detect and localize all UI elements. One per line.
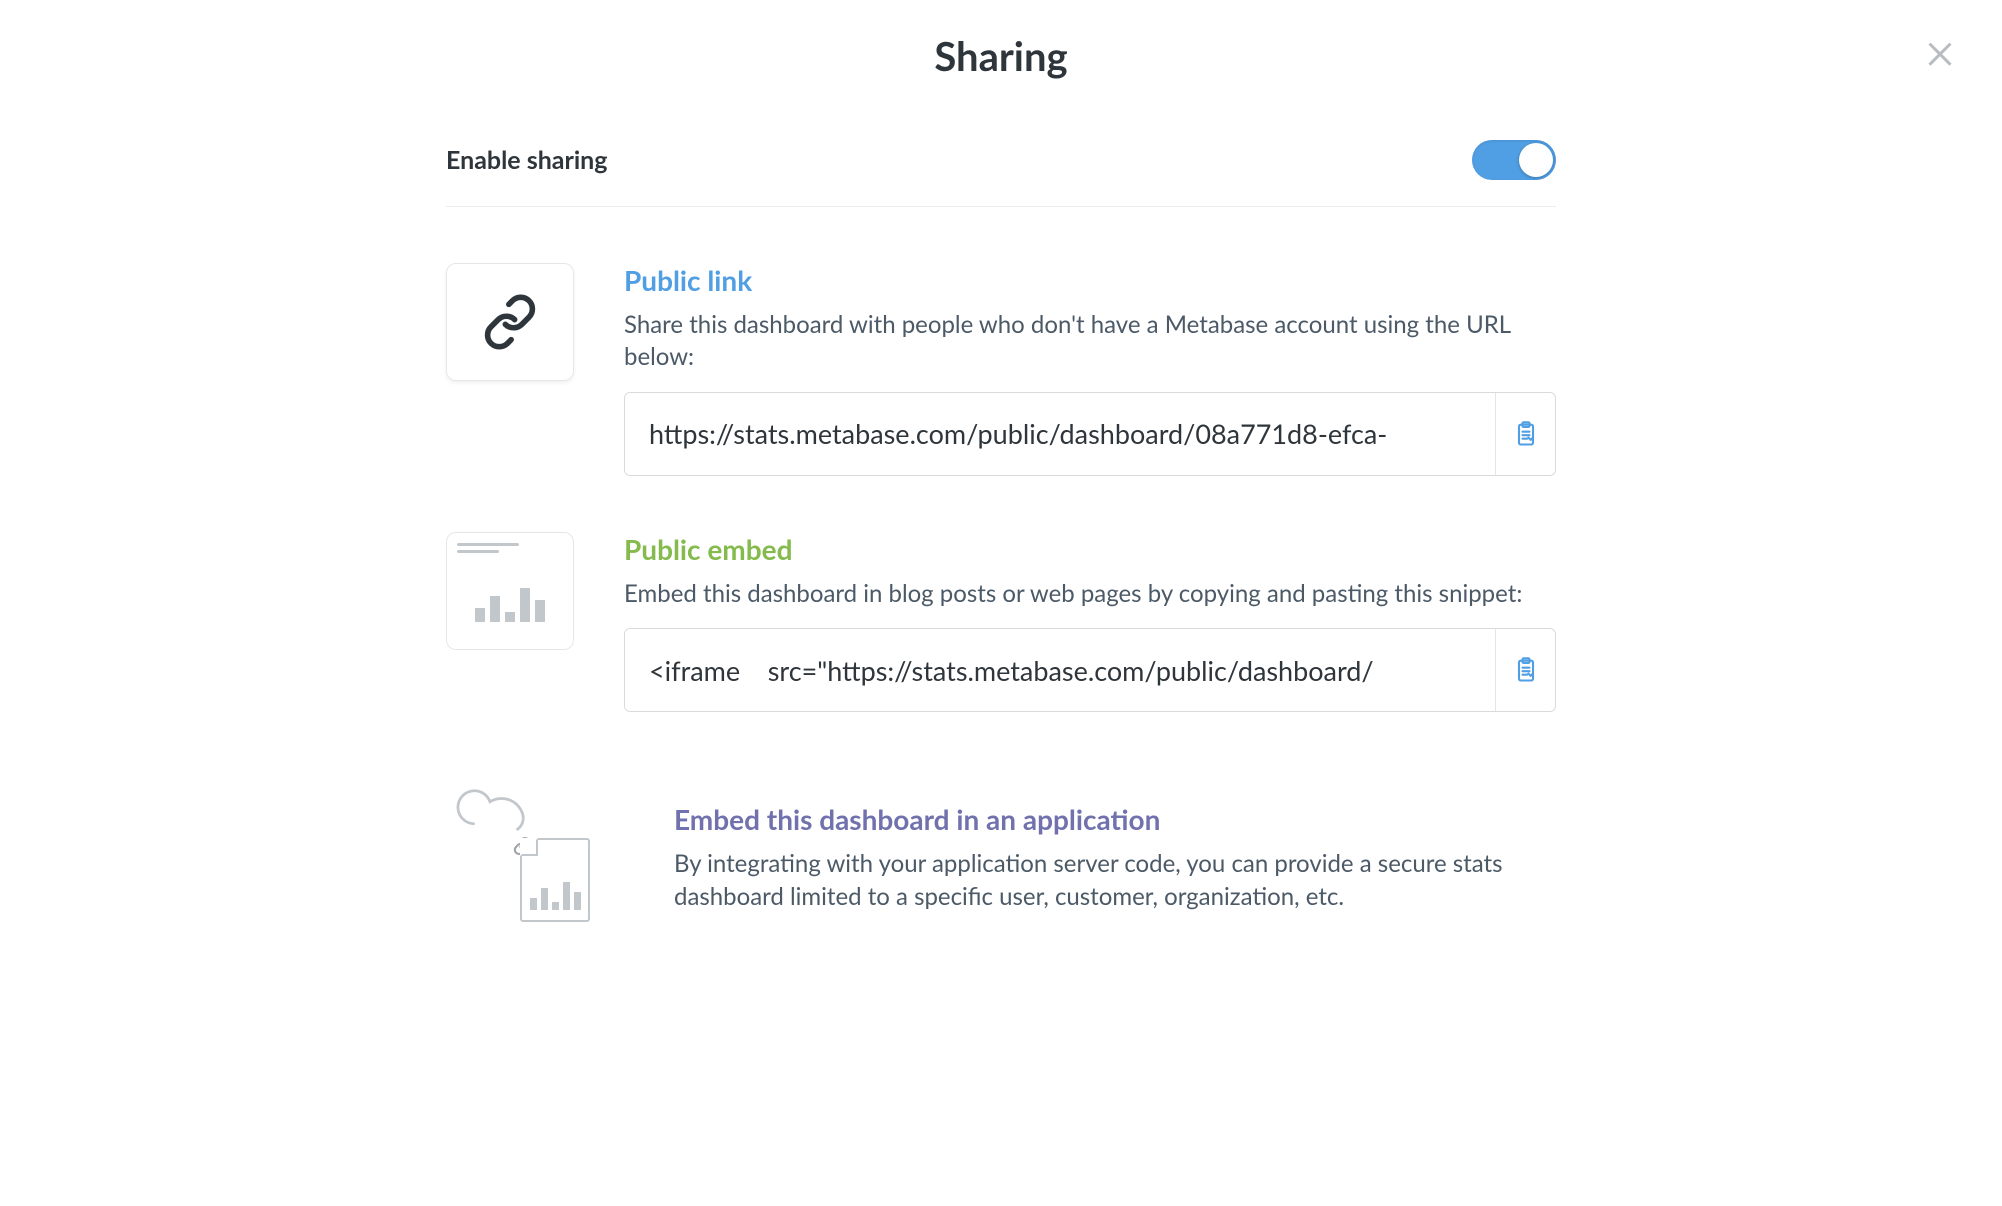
text-lines-icon: [457, 543, 519, 557]
public-embed-input[interactable]: [625, 629, 1495, 711]
clipboard-icon: [1512, 656, 1540, 684]
public-embed-input-row: [624, 628, 1556, 712]
link-icon: [482, 294, 538, 350]
public-embed-section: Public embed Embed this dashboard in blo…: [446, 476, 1556, 712]
cloud-icon: [446, 782, 534, 838]
public-embed-copy-button[interactable]: [1495, 629, 1555, 711]
public-link-desc: Share this dashboard with people who don…: [624, 309, 1556, 374]
public-link-input[interactable]: [625, 393, 1495, 475]
toggle-knob: [1519, 143, 1553, 177]
modal-header: Sharing: [0, 0, 2002, 80]
public-link-input-row: [624, 392, 1556, 476]
public-link-section: Public link Share this dashboard with pe…: [446, 207, 1556, 476]
close-button[interactable]: [1922, 34, 1958, 70]
app-embed-icon: [446, 782, 606, 922]
modal-content: Enable sharing Public link Share this da…: [446, 80, 1556, 931]
public-link-title: Public link: [624, 263, 1556, 297]
modal-title: Sharing: [0, 32, 2002, 80]
enable-sharing-toggle[interactable]: [1472, 140, 1556, 180]
enable-sharing-row: Enable sharing: [446, 140, 1556, 207]
public-embed-title: Public embed: [624, 532, 1556, 566]
bar-chart-icon: [530, 882, 581, 910]
app-embed-desc: By integrating with your application ser…: [674, 848, 1556, 913]
document-icon: [520, 838, 590, 922]
app-embed-section: Embed this dashboard in an application B…: [446, 712, 1556, 931]
enable-sharing-label: Enable sharing: [446, 145, 607, 175]
public-embed-desc: Embed this dashboard in blog posts or we…: [624, 578, 1556, 610]
public-link-icon-card: [446, 263, 574, 381]
app-embed-title: Embed this dashboard in an application: [674, 802, 1556, 836]
bar-chart-icon: [475, 588, 545, 622]
public-embed-icon-card: [446, 532, 574, 650]
clipboard-icon: [1512, 420, 1540, 448]
sharing-modal: Sharing Enable sharing Public link: [0, 0, 2002, 1206]
public-link-copy-button[interactable]: [1495, 393, 1555, 475]
close-icon: [1922, 34, 1958, 70]
